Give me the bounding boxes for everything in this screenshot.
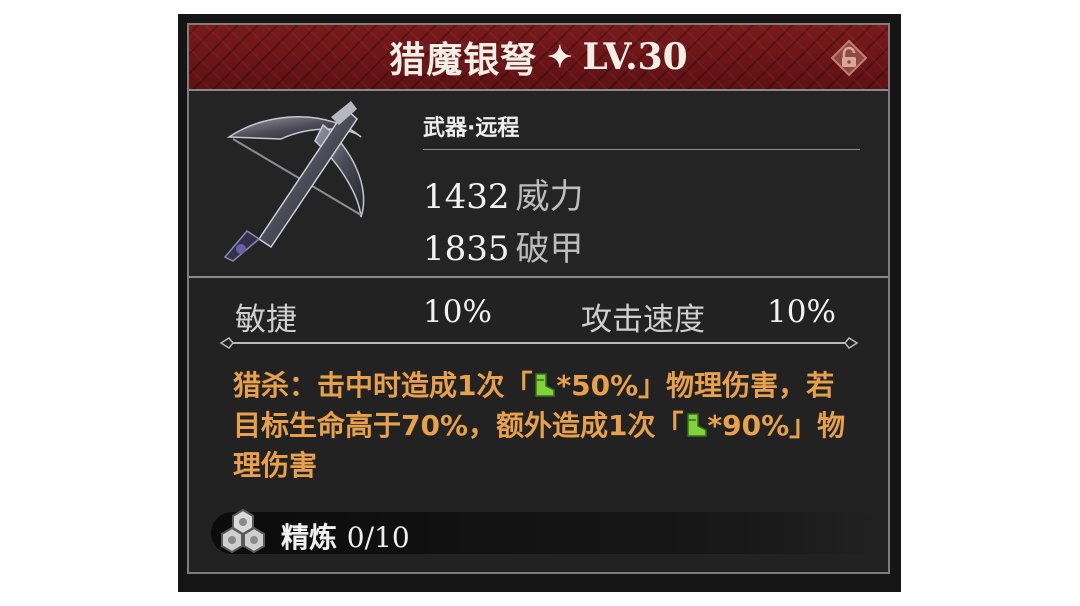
stat-value: 1432	[423, 177, 510, 217]
refine-value: 0/10	[346, 521, 410, 554]
item-header: 猎魔银弩 ✦ LV.30	[189, 25, 888, 91]
stat-power: 1432 威力	[423, 169, 584, 218]
item-level: LV.30	[582, 36, 688, 78]
star-icon: ✦	[547, 39, 573, 75]
effect-text: 猎杀：击中时造成1次「	[233, 369, 533, 402]
refine-icon	[221, 508, 265, 554]
sub-stat-value: 10%	[767, 294, 836, 330]
item-tooltip-card: 猎魔银弩 ✦ LV.30 武器·远程 1432 威力 1835 破甲 敏捷 10…	[178, 14, 901, 592]
stat-value: 1835	[423, 229, 510, 269]
divider	[423, 149, 860, 150]
ornament-divider	[219, 337, 859, 349]
crossbow-icon	[223, 101, 365, 262]
item-name: 猎魔银弩	[389, 39, 538, 81]
refine-label: 精炼	[281, 521, 338, 554]
boot-icon	[535, 373, 556, 397]
stat-label: 破甲	[515, 229, 584, 269]
refine-text: 精炼 0/10	[281, 516, 410, 556]
refine-bar[interactable]: 精炼 0/10	[211, 508, 881, 556]
sub-stat-label: 敏捷	[235, 302, 297, 338]
sub-stat-label: 攻击速度	[581, 302, 705, 338]
effect-description: 猎杀：击中时造成1次「 *50%」物理伤害，若目标生命高于70%，额外造成1次「 *…	[233, 366, 853, 486]
stat-label: 威力	[515, 177, 584, 217]
item-details: 敏捷 10% 攻击速度 10% 猎杀：击中时造成1次「 *50%」物理伤害，若目标…	[189, 278, 888, 572]
unlock-icon[interactable]	[830, 39, 868, 77]
stat-armor-break: 1835 破甲	[423, 221, 584, 270]
item-category: 武器·远程	[423, 116, 520, 141]
sub-stat-value: 10%	[423, 294, 492, 330]
title-row: 猎魔银弩 ✦ LV.30	[189, 25, 888, 89]
boot-icon	[686, 413, 707, 437]
item-summary: 武器·远程 1432 威力 1835 破甲	[189, 91, 888, 278]
